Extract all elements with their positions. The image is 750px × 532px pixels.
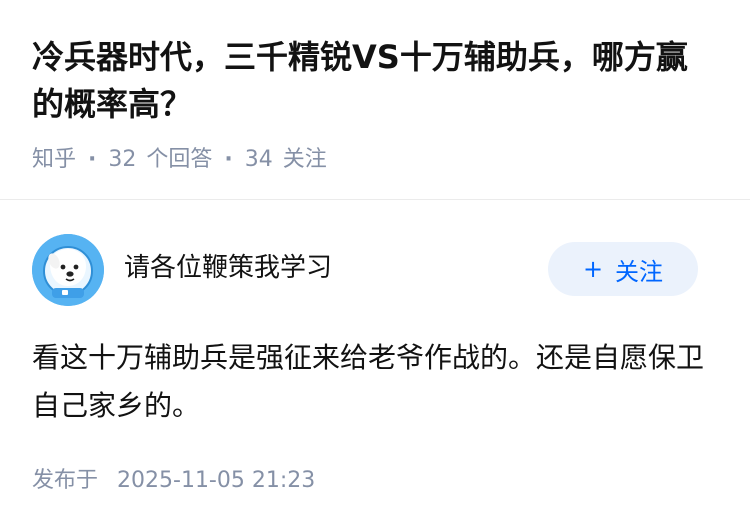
publish-time: 2025-11-05 21:23	[117, 468, 316, 493]
follow-button[interactable]: + 关注	[548, 242, 698, 296]
separator-dot: ·	[88, 147, 97, 172]
author-name[interactable]: 请各位鞭策我学习	[124, 250, 332, 286]
answers-count: 32	[108, 147, 137, 172]
follow-button-label: 关注	[615, 257, 664, 286]
answers-label: 个回答	[146, 147, 213, 172]
question-meta: 知乎 · 32 个回答 · 34 关注	[32, 145, 327, 175]
followers-count: 34	[244, 147, 273, 172]
question-title[interactable]: 冷兵器时代，三千精锐VS十万辅助兵，哪方赢的概率高？	[32, 34, 712, 128]
avatar-dog-astronaut-icon	[32, 234, 104, 306]
publish-info: 发布于 2025-11-05 21:23	[32, 466, 315, 496]
followers-label: 关注	[282, 147, 327, 172]
answer-content[interactable]: 看这十万辅助兵是强征来给老爷作战的。还是自愿保卫自己家乡的。	[32, 334, 712, 430]
publish-label: 发布于	[32, 468, 99, 493]
section-divider	[0, 199, 750, 200]
separator-dot: ·	[224, 147, 233, 172]
plus-icon: +	[582, 255, 604, 283]
avatar[interactable]	[32, 234, 104, 306]
source-label[interactable]: 知乎	[32, 145, 76, 175]
